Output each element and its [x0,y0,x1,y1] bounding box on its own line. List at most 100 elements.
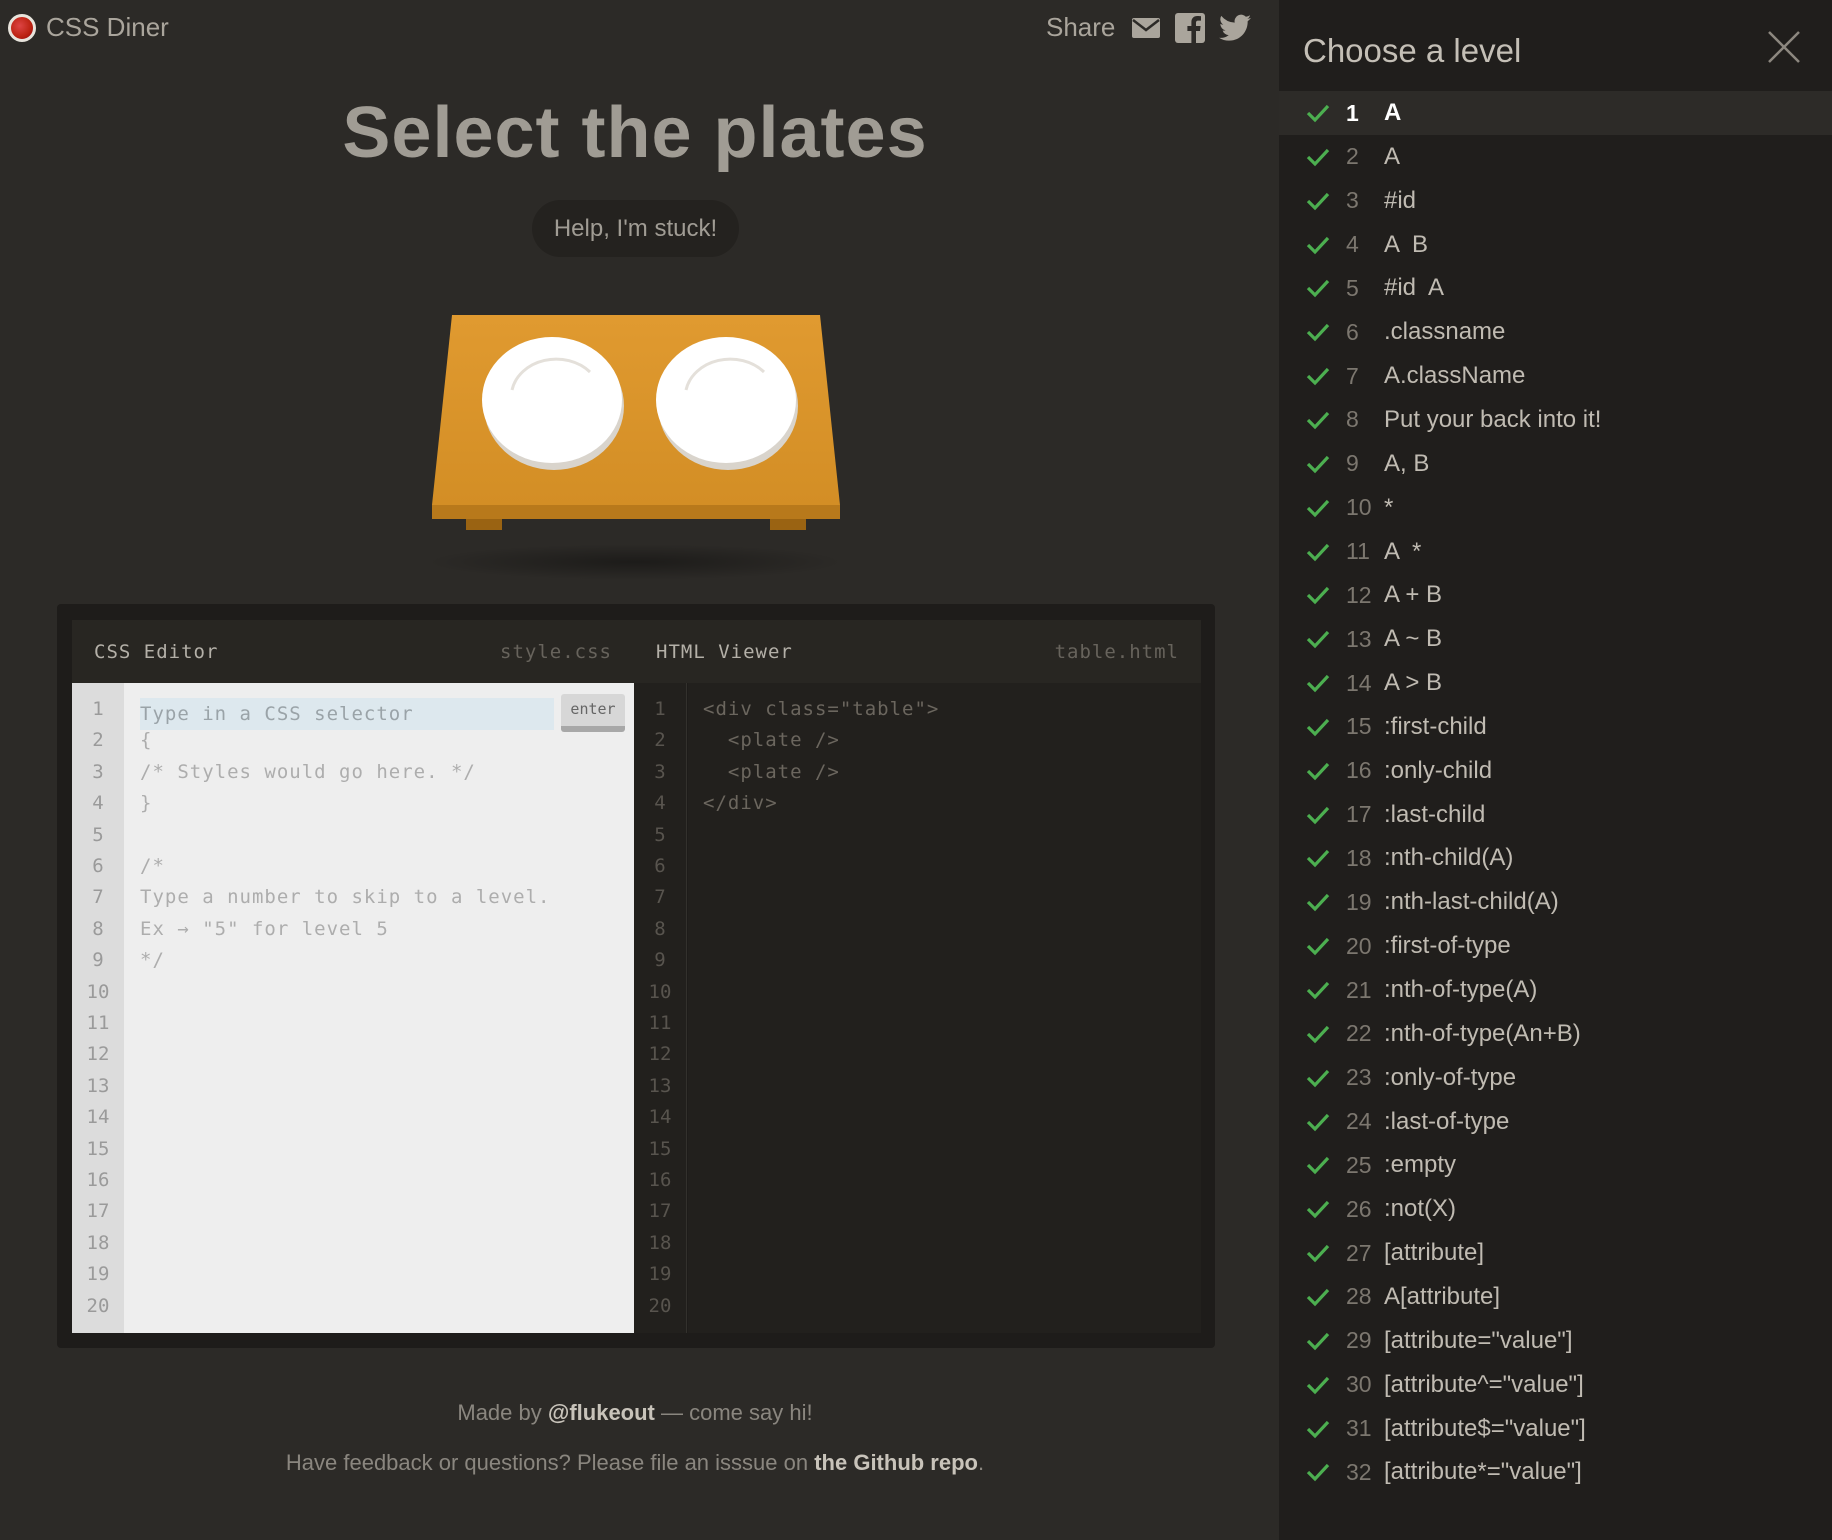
enter-button[interactable]: enter [561,694,625,732]
level-item[interactable]: 30 [attribute^="value"] [1279,1363,1832,1407]
level-number: 5 [1346,274,1359,301]
table-illustration [425,315,845,580]
level-name: :nth-child(A) [1384,844,1514,872]
level-name: A * [1384,537,1422,565]
level-item[interactable]: 8 Put your back into it! [1279,398,1832,442]
level-number: 2 [1346,143,1359,170]
facebook-icon[interactable] [1175,12,1206,43]
level-item[interactable]: 11 A * [1279,530,1832,574]
level-number: 11 [1346,538,1370,564]
level-item[interactable]: 26 :not(X) [1279,1187,1832,1231]
level-item[interactable]: 14 A > B [1279,661,1832,705]
html-code-line[interactable]: </div> [703,788,778,819]
level-item[interactable]: 3 #id [1279,179,1832,223]
level-number: 26 [1346,1195,1372,1222]
html-code-line[interactable]: <div class="table"> [703,694,939,725]
checkmark-icon [1306,981,1330,1000]
level-item[interactable]: 19:nth-last-child(A) [1279,880,1832,924]
help-button[interactable]: Help, I'm stuck! [532,200,739,257]
level-item[interactable]: 9 A, B [1279,442,1832,486]
author-link[interactable]: @flukeout [548,1400,655,1425]
github-repo-link[interactable]: the Github repo [814,1450,978,1475]
html-viewer-body: <div class="table"> <plate /> <plate /> <… [688,683,1201,1333]
checkmark-icon [1306,762,1330,781]
level-item[interactable]: 16:only-child [1279,749,1832,793]
dining-table [420,300,860,580]
level-number: 21 [1346,976,1372,1003]
plate[interactable] [656,337,798,470]
line-number: 14 [86,1106,110,1129]
level-number: 23 [1346,1064,1372,1091]
line-number: 9 [92,949,104,972]
close-icon[interactable] [1767,30,1801,64]
line-number: 18 [86,1231,110,1254]
level-number: 28 [1346,1283,1372,1310]
level-item[interactable]: 15:first-child [1279,705,1832,749]
level-number: 12 [1346,581,1372,608]
plate[interactable] [482,337,624,470]
level-name: :first-child [1384,712,1487,740]
checkmark-icon [1306,806,1330,824]
app-logo[interactable]: CSS Diner [8,12,169,43]
level-item[interactable]: 32 [attribute*="value"] [1279,1450,1832,1494]
css-selector-input[interactable] [140,698,554,730]
line-number: 5 [654,823,666,846]
css-file-name: style.css [500,640,612,663]
level-name: :not(X) [1384,1195,1457,1223]
css-line-numbers: 1 2 3 4 5 6 7 8 9 10 11 12 13 14 15 16 17 18 19 20 [72,683,124,1333]
level-item[interactable]: 5 #id A [1279,266,1832,310]
checkmark-icon [1306,1157,1330,1175]
level-item[interactable]: 29 [attribute="value"] [1279,1319,1832,1363]
level-item[interactable]: 20:first-of-type [1279,924,1832,968]
level-item[interactable]: 22:nth-of-type(An+B) [1279,1012,1832,1056]
level-item[interactable]: 7 A.className [1279,354,1832,398]
line-number: 12 [648,1043,672,1066]
line-number: 13 [648,1074,672,1097]
checkmark-icon [1306,1288,1330,1307]
level-item[interactable]: 4 A B [1279,223,1832,267]
html-line-numbers: 1 2 3 4 5 6 7 8 9 10 11 12 13 14 15 16 17 18 19 20 [634,683,687,1333]
level-item[interactable]: 31 [attribute$="value"] [1279,1407,1832,1451]
level-item[interactable]: 1A [1279,91,1832,135]
level-name: A.className [1384,362,1526,390]
level-item[interactable]: 23:only-of-type [1279,1056,1832,1100]
level-item[interactable]: 10 * [1279,486,1832,530]
level-item[interactable]: 21:nth-of-type(A) [1279,968,1832,1012]
level-number: 6 [1346,318,1359,345]
level-item[interactable]: 27 [attribute] [1279,1231,1832,1275]
checkmark-icon [1306,411,1330,430]
level-number: 1 [1346,99,1359,126]
css-editor-body[interactable]: enter {/* Styles would go here. */} /* Typ… [124,683,634,1333]
line-number: 2 [92,729,104,752]
line-number: 3 [654,760,666,783]
level-item[interactable]: 18:nth-child(A) [1279,836,1832,880]
html-code-line[interactable]: <plate /> [703,757,840,788]
level-name: :last-of-type [1384,1107,1510,1135]
table-edge [432,505,840,519]
level-item[interactable]: 24:last-of-type [1279,1100,1832,1144]
level-item[interactable]: 13 A ~ B [1279,617,1832,661]
line-number: 4 [654,792,666,815]
css-editor-title: CSS Editor [94,640,219,663]
css-code-line: Type a number to skip to a level. [140,886,551,909]
line-number: 11 [86,1012,110,1034]
css-code-line: /* Styles would go here. */ [140,760,476,783]
checkmark-icon [1306,1464,1330,1482]
level-item[interactable]: 28 A[attribute] [1279,1275,1832,1319]
email-icon[interactable] [1131,16,1161,40]
level-item[interactable]: 6 .classname [1279,310,1832,354]
checkmark-icon [1306,1420,1330,1438]
level-number: 7 [1346,362,1359,389]
level-item[interactable]: 12 A + B [1279,573,1832,617]
checkmark-icon [1306,1376,1330,1394]
level-item[interactable]: 17:last-child [1279,793,1832,837]
twitter-icon[interactable] [1219,14,1252,42]
line-number: 14 [648,1106,672,1129]
made-by-line: Made by @flukeout — come say hi! [0,1400,1270,1426]
html-code-line[interactable]: <plate /> [703,725,840,756]
level-number: 8 [1346,406,1359,433]
level-item[interactable]: 2A [1279,135,1832,179]
html-file-name: table.html [1054,640,1179,663]
level-item[interactable]: 25:empty [1279,1143,1832,1187]
level-name: [attribute$="value"] [1384,1414,1586,1442]
